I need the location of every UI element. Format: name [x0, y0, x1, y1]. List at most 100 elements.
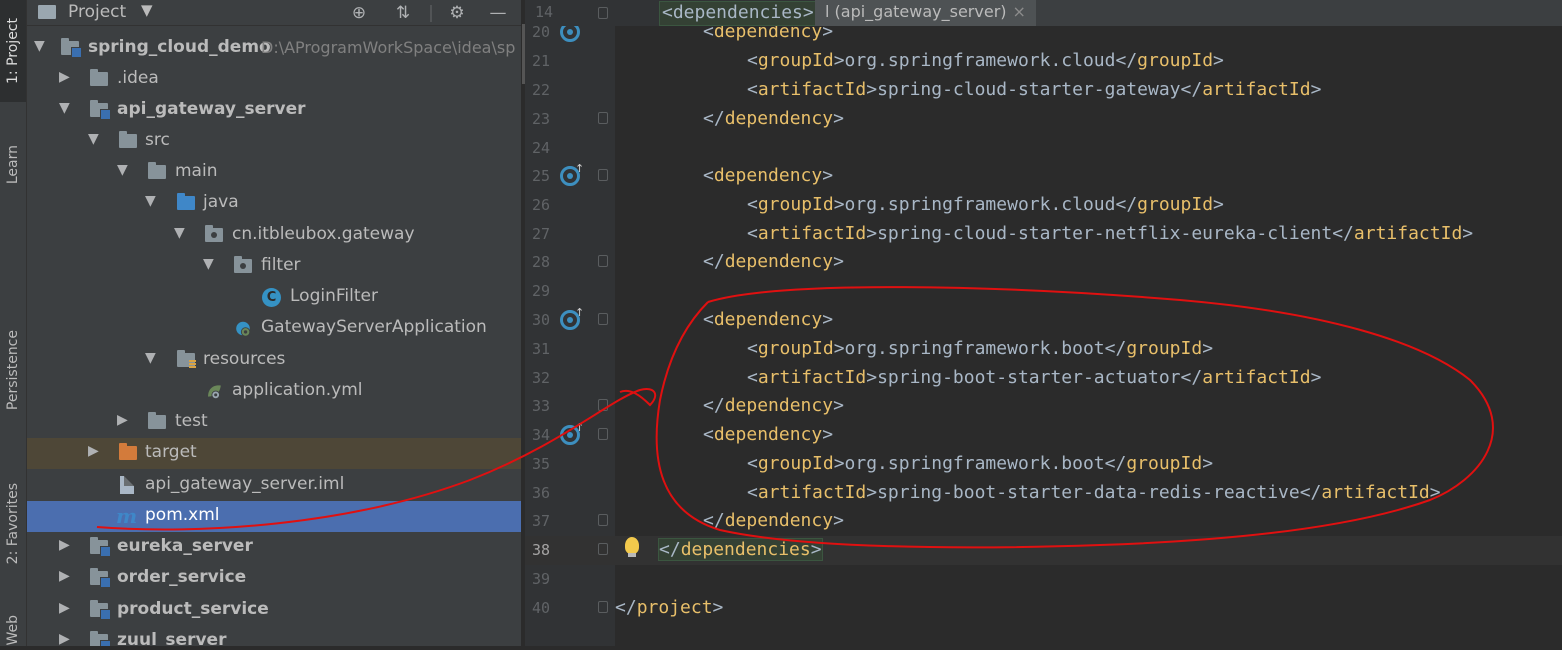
chevron-down-icon[interactable]: ▼ — [145, 350, 156, 366]
chevron-down-icon[interactable]: ▼ — [59, 100, 70, 116]
code-line-27[interactable]: 27 <artifactId>spring-cloud-starter-netf… — [525, 220, 1562, 249]
tree-row-java[interactable]: ▼ java — [27, 188, 521, 219]
tree-row-src[interactable]: ▼ src — [27, 126, 521, 157]
chevron-right-icon[interactable]: ▶ — [59, 600, 70, 616]
close-icon[interactable]: × — [1013, 2, 1026, 21]
tree-row-idea[interactable]: ▶ .idea — [27, 64, 521, 95]
code-line-26[interactable]: 26 <groupId>org.springframework.cloud</g… — [525, 191, 1562, 220]
chevron-down-icon[interactable]: ▼ — [174, 225, 185, 241]
tree-row-pom[interactable]: m pom.xml — [27, 501, 521, 532]
tree-row-root[interactable]: ▼ spring_cloud_demo D:\AProgramWorkSpace… — [27, 33, 521, 64]
tree-row-application-yml[interactable]: application.yml — [27, 376, 521, 407]
xml-tag: dependency — [724, 510, 834, 531]
project-view-icon — [38, 5, 56, 19]
chevron-right-icon[interactable]: ▶ — [88, 443, 99, 459]
tab-favorites[interactable]: 2: Favorites — [0, 460, 26, 588]
code-line-40[interactable]: 40 </project> — [525, 594, 1562, 623]
line-number: 31 — [531, 340, 550, 358]
chevron-right-icon[interactable]: ▶ — [59, 631, 70, 646]
tree-row-iml[interactable]: api_gateway_server.iml — [27, 470, 521, 501]
fold-marker-icon[interactable] — [598, 313, 608, 325]
tree-row-test[interactable]: ▶ test — [27, 407, 521, 438]
xml-tag: dependency — [713, 165, 823, 186]
xml-tag: groupId — [1126, 453, 1203, 474]
chevron-down-icon[interactable]: ▼ — [141, 1, 153, 19]
line-number: 25 — [531, 167, 550, 185]
fold-marker-icon[interactable] — [598, 601, 608, 613]
folder-icon — [148, 162, 166, 179]
chevron-down-icon[interactable]: ▼ — [117, 162, 128, 178]
tree-row-api-gateway-server[interactable]: ▼ api_gateway_server — [27, 95, 521, 126]
spring-boot-class-icon — [236, 321, 251, 337]
chevron-down-icon[interactable]: ▼ — [88, 131, 99, 147]
fold-marker-icon[interactable] — [598, 514, 608, 526]
sticky-scope-header[interactable]: 14 <dependencies> — [525, 0, 817, 26]
tab-web[interactable]: Web — [0, 610, 26, 650]
tree-item-label: resources — [203, 349, 286, 369]
chevron-right-icon[interactable]: ▶ — [59, 568, 70, 584]
fold-marker-icon[interactable] — [598, 543, 608, 555]
fold-marker-icon[interactable] — [598, 169, 608, 181]
code-line-39[interactable]: 39 — [525, 565, 1562, 594]
code-line-23[interactable]: 23 </dependency> — [525, 105, 1562, 134]
fold-marker-icon[interactable] — [598, 7, 608, 19]
chevron-right-icon[interactable]: ▶ — [59, 69, 70, 85]
code-line-25[interactable]: 25 ↑ <dependency> — [525, 162, 1562, 191]
tree-row-eureka-server[interactable]: ▶ eureka_server — [27, 532, 521, 563]
editor-tab-pom[interactable]: l (api_gateway_server) × — [815, 0, 1036, 26]
code-line-33[interactable]: 33 </dependency> — [525, 392, 1562, 421]
code-line-31[interactable]: 31 <groupId>org.springframework.boot</gr… — [525, 335, 1562, 364]
chevron-down-icon[interactable]: ▼ — [203, 256, 214, 272]
collapse-all-icon[interactable]: ⇅ — [391, 0, 415, 25]
code-line-29[interactable]: 29 — [525, 277, 1562, 306]
tree-row-product-service[interactable]: ▶ product_service — [27, 595, 521, 626]
tab-learn[interactable]: Learn — [0, 120, 26, 210]
code-editor[interactable]: 20 <dependency> 21 <groupId>org.springfr… — [525, 0, 1562, 646]
line-number: 24 — [531, 139, 550, 157]
code-line-22[interactable]: 22 <artifactId>spring-cloud-starter-gate… — [525, 76, 1562, 105]
chevron-right-icon[interactable]: ▶ — [117, 412, 128, 428]
crosshair-icon[interactable]: ⊕ — [347, 0, 371, 25]
code-line-32[interactable]: 32 <artifactId>spring-boot-starter-actua… — [525, 364, 1562, 393]
fold-marker-icon[interactable] — [598, 255, 608, 267]
xml-tag: artifactId — [1321, 482, 1430, 503]
fold-marker-icon[interactable] — [598, 399, 608, 411]
xml-tag: artifactId — [1202, 367, 1311, 388]
tab-project[interactable]: 1: Project — [0, 0, 26, 102]
tree-row-main[interactable]: ▼ main — [27, 157, 521, 188]
tree-row-package[interactable]: ▼ cn.itbleubox.gateway — [27, 220, 521, 251]
tree-row-gateway-app[interactable]: GatewayServerApplication — [27, 313, 521, 344]
lightbulb-icon[interactable] — [625, 537, 639, 557]
code-line-34[interactable]: 34 ↑ <dependency> — [525, 421, 1562, 450]
tree-row-target[interactable]: ▶ target — [27, 438, 521, 469]
code-line-35[interactable]: 35 <groupId>org.springframework.boot</gr… — [525, 450, 1562, 479]
tree-row-resources[interactable]: ▼ resources — [27, 345, 521, 376]
fold-marker-icon[interactable] — [598, 112, 608, 124]
fold-marker-icon[interactable] — [598, 428, 608, 440]
tab-persistence-label: Persistence — [5, 329, 21, 411]
tree-row-filter[interactable]: ▼ filter — [27, 251, 521, 282]
xml-tag: groupId — [1137, 194, 1214, 215]
code-line-21[interactable]: 21 <groupId>org.springframework.cloud</g… — [525, 47, 1562, 76]
project-panel-title[interactable]: Project — [68, 2, 126, 22]
xml-tag: groupId — [1126, 338, 1203, 359]
code-line-36[interactable]: 36 <artifactId>spring-boot-starter-data-… — [525, 479, 1562, 508]
code-line-30[interactable]: 30 ↑ <dependency> — [525, 306, 1562, 335]
gear-icon[interactable]: ⚙ — [445, 0, 469, 25]
minimize-icon[interactable]: — — [486, 0, 510, 25]
folder-icon — [90, 69, 108, 86]
chevron-down-icon[interactable]: ▼ — [34, 38, 45, 54]
code-line-24[interactable]: 24 — [525, 134, 1562, 163]
tree-row-order-service[interactable]: ▶ order_service — [27, 563, 521, 594]
xml-value: spring-cloud-starter-gateway — [877, 79, 1181, 100]
tab-persistence[interactable]: Persistence — [0, 300, 26, 440]
code-line-28[interactable]: 28 </dependency> — [525, 248, 1562, 277]
tree-row-login-filter[interactable]: C LoginFilter — [27, 282, 521, 313]
module-folder-icon — [90, 100, 111, 120]
tree-item-label: .idea — [117, 68, 159, 88]
chevron-down-icon[interactable]: ▼ — [145, 193, 156, 209]
chevron-right-icon[interactable]: ▶ — [59, 537, 70, 553]
tree-row-zuul-server[interactable]: ▶ zuul_server — [27, 626, 521, 646]
code-line-38[interactable]: 38 </dependencies> — [525, 536, 1562, 565]
code-line-37[interactable]: 37 </dependency> — [525, 507, 1562, 536]
